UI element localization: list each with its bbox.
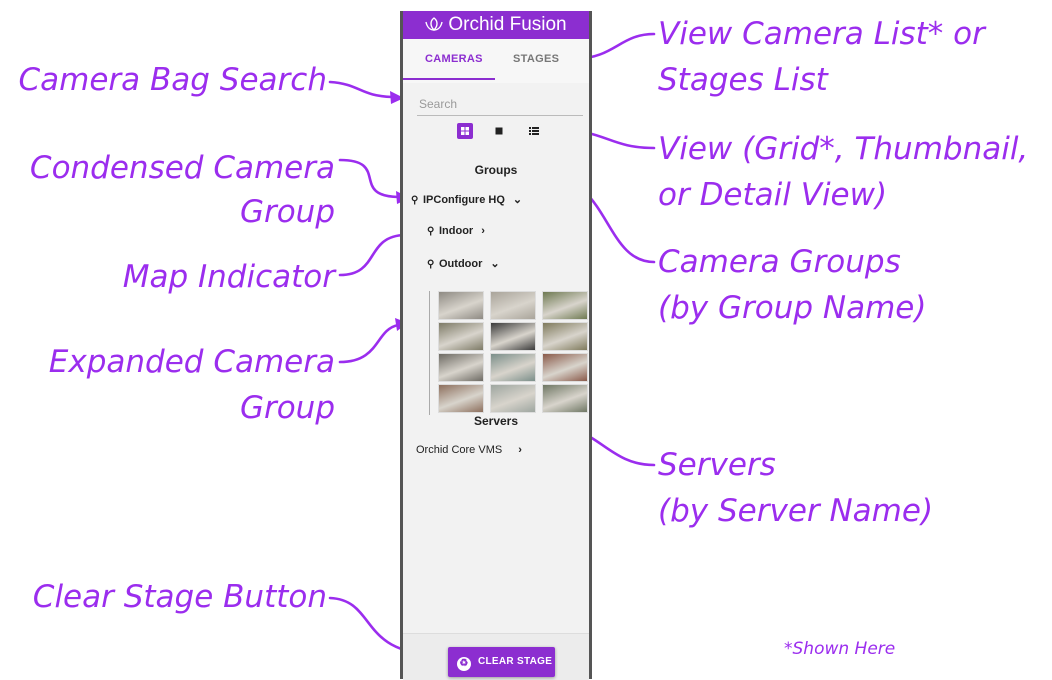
annotation-clear-stage-button: Clear Stage Button [32, 579, 327, 615]
annotation-condensed-group-line2: Group [239, 194, 335, 230]
annotation-servers-line2: (by Server Name) [658, 493, 934, 529]
annotation-camera-bag-search: Camera Bag Search [18, 62, 328, 98]
annotation-view-modes-line2: or Detail View) [658, 177, 888, 213]
camera-thumbnail[interactable] [542, 384, 588, 413]
map-pin-icon: ⚲ [411, 195, 419, 206]
annotation-camera-groups-line2: (by Group Name) [658, 290, 927, 326]
annotation-servers-line1: Servers [658, 447, 776, 483]
camera-thumbnail[interactable] [438, 291, 484, 320]
camera-panel: Orchid Fusion CAMERAS STAGES Groups ⚲ IPC… [400, 11, 592, 680]
lotus-icon [425, 17, 444, 31]
app-title: Orchid Fusion [448, 14, 567, 35]
camera-thumbnail[interactable] [490, 384, 536, 413]
group-item-ipconfigure-hq[interactable]: ⚲ IPConfigure HQ ⌄ [411, 193, 522, 206]
chevron-right-icon: › [481, 225, 485, 237]
square-icon [495, 127, 503, 135]
server-label: Orchid Core VMS [416, 444, 503, 456]
camera-thumbnail[interactable] [438, 384, 484, 413]
map-pin-icon: ⚲ [427, 259, 435, 270]
camera-thumbnail[interactable] [542, 291, 588, 320]
tab-stages[interactable]: STAGES [513, 53, 559, 65]
group-label: Outdoor [439, 258, 483, 270]
annotation-condensed-group-line1: Condensed Camera [29, 150, 335, 186]
active-tab-indicator [403, 78, 495, 80]
camera-thumbnail[interactable] [542, 322, 588, 351]
annotation-view-modes-line1: View (Grid*, Thumbnail, [658, 131, 1029, 167]
groups-heading: Groups [474, 163, 518, 177]
camera-thumbnail[interactable] [438, 353, 484, 382]
clear-stage-button[interactable]: ♻ CLEAR STAGE [448, 647, 555, 677]
map-pin-icon: ⚲ [427, 226, 435, 237]
annotation-view-list-line1: View Camera List* or [658, 16, 985, 52]
detail-view-button[interactable] [526, 123, 542, 139]
recycle-icon: ♻ [457, 657, 471, 671]
group-label: Indoor [439, 225, 474, 237]
server-item-orchid-core-vms[interactable]: Orchid Core VMS › [416, 444, 522, 456]
chevron-down-icon: ⌄ [490, 258, 500, 270]
camera-thumbnail[interactable] [490, 353, 536, 382]
group-item-indoor[interactable]: ⚲ Indoor › [427, 225, 485, 237]
clear-stage-label: CLEAR STAGE [478, 656, 553, 667]
list-icon [529, 127, 539, 135]
annotation-expanded-group-line2: Group [239, 390, 335, 426]
grid-icon [461, 127, 469, 135]
annotation-expanded-group-line1: Expanded Camera [48, 344, 335, 380]
annotation-map-indicator: Map Indicator [122, 259, 335, 295]
annotation-shown-here: *Shown Here [784, 639, 896, 659]
annotation-view-list-line2: Stages List [658, 62, 828, 98]
group-label: IPConfigure HQ [423, 194, 505, 206]
tab-bar: CAMERAS STAGES [403, 39, 589, 83]
servers-heading: Servers [473, 414, 519, 428]
annotation-camera-groups-line1: Camera Groups [658, 244, 901, 280]
thumbnail-view-button[interactable] [491, 123, 507, 139]
camera-thumbnail[interactable] [542, 353, 588, 382]
camera-thumbnail-grid [429, 291, 590, 415]
search-input[interactable] [417, 93, 583, 116]
camera-thumbnail[interactable] [490, 322, 536, 351]
app-header: Orchid Fusion [403, 11, 589, 39]
camera-thumbnail[interactable] [438, 322, 484, 351]
tab-cameras[interactable]: CAMERAS [425, 53, 483, 65]
chevron-right-icon: › [518, 444, 522, 456]
chevron-down-icon: ⌄ [512, 194, 523, 206]
camera-thumbnail[interactable] [490, 291, 536, 320]
grid-view-button[interactable] [457, 123, 473, 139]
group-item-outdoor[interactable]: ⚲ Outdoor ⌄ [427, 257, 500, 270]
